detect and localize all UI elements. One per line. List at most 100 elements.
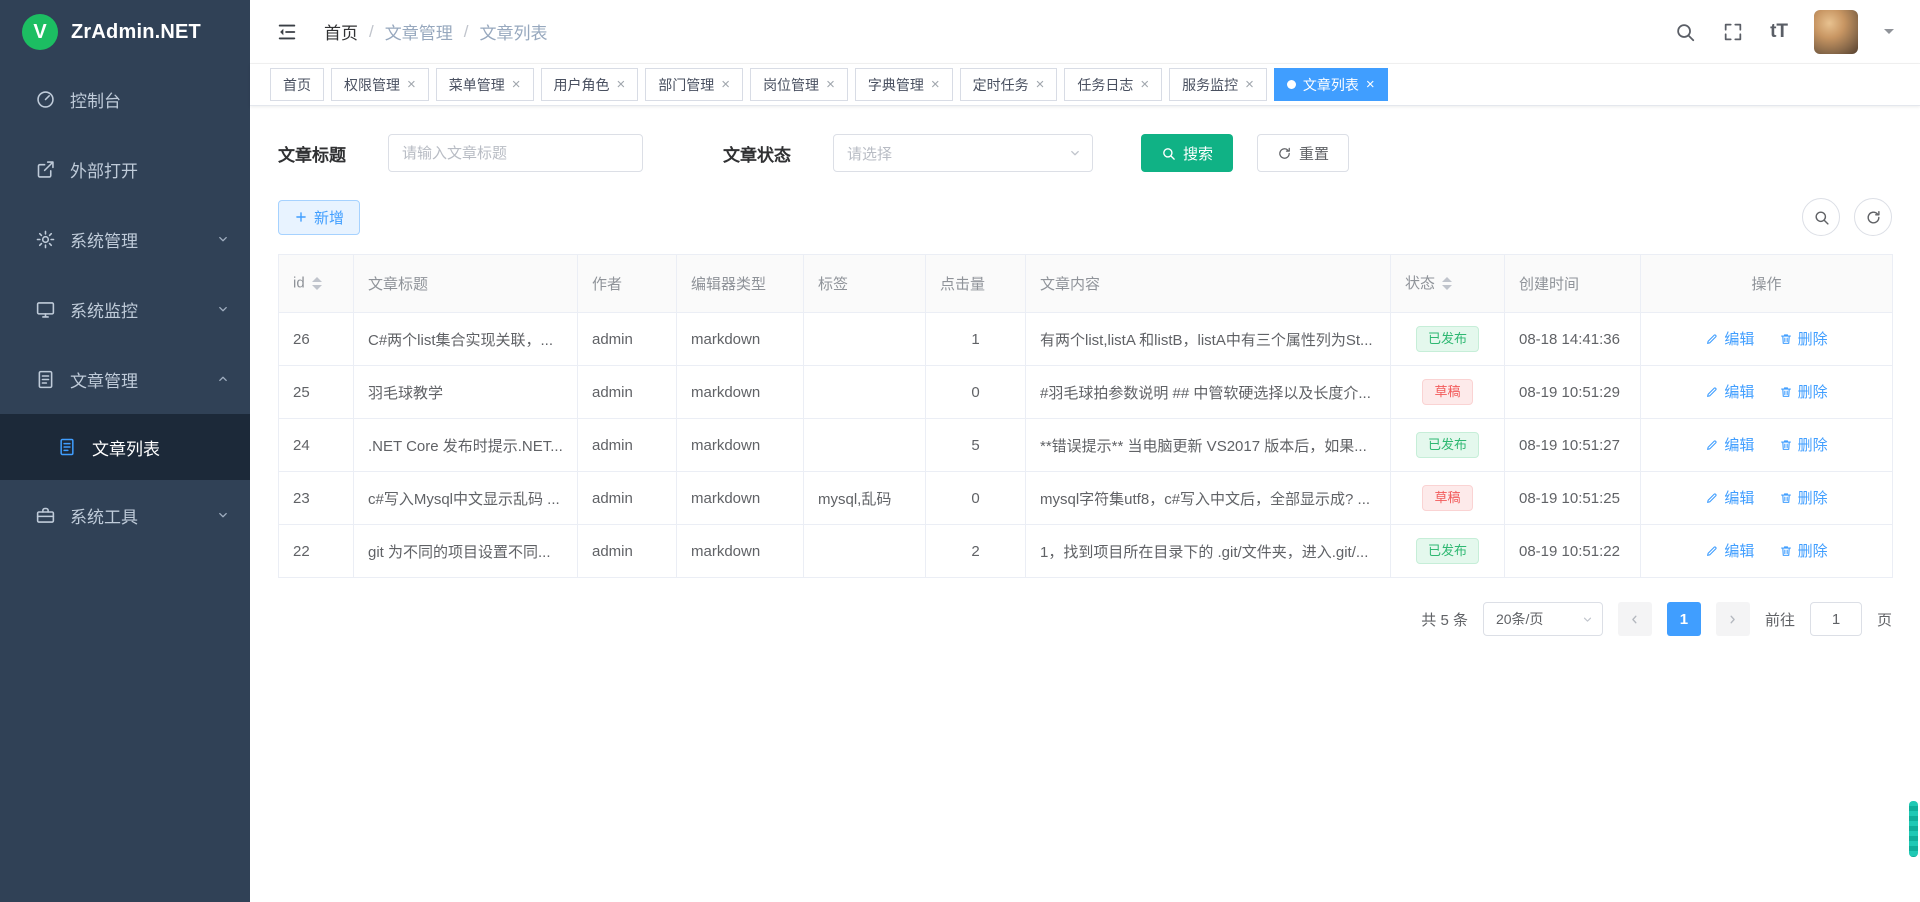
sidebar-fold-icon[interactable] <box>276 21 298 43</box>
current-page-button[interactable]: 1 <box>1667 602 1701 636</box>
article-status-select[interactable]: 请选择 <box>833 134 1093 172</box>
cell-created: 08-19 10:51:27 <box>1505 419 1641 472</box>
pencil-icon <box>1705 438 1719 452</box>
tab[interactable]: 定时任务 <box>960 68 1058 101</box>
refresh-icon[interactable] <box>1854 198 1892 236</box>
tab-close-icon[interactable] <box>512 77 521 92</box>
column-header-content: 文章内容 <box>1026 255 1391 313</box>
add-button-label: 新增 <box>314 207 344 228</box>
edit-button[interactable]: 编辑 <box>1705 328 1754 349</box>
breadcrumb-article-management[interactable]: 文章管理 <box>385 19 453 44</box>
cell-tags <box>804 313 926 366</box>
tab[interactable]: 菜单管理 <box>436 68 534 101</box>
cell-created: 08-19 10:51:22 <box>1505 525 1641 578</box>
tab[interactable]: 部门管理 <box>645 68 743 101</box>
cell-title: .NET Core 发布时提示.NET... <box>354 419 578 472</box>
sidebar-item-system-management[interactable]: 系统管理 <box>0 204 250 274</box>
next-page-button[interactable] <box>1716 602 1750 636</box>
cell-editor: markdown <box>677 313 804 366</box>
trash-icon <box>1779 544 1793 558</box>
scrollbar-thumb[interactable] <box>1909 801 1918 857</box>
tab-close-icon[interactable] <box>407 77 416 92</box>
tab[interactable]: 权限管理 <box>331 68 429 101</box>
column-header-status[interactable]: 状态 <box>1391 255 1505 313</box>
reset-button[interactable]: 重置 <box>1257 134 1349 172</box>
column-header-actions: 操作 <box>1641 255 1893 313</box>
edit-label: 编辑 <box>1724 328 1754 349</box>
delete-button[interactable]: 删除 <box>1779 487 1828 508</box>
add-button[interactable]: 新增 <box>278 200 360 235</box>
trash-icon <box>1779 332 1793 346</box>
search-button[interactable]: 搜索 <box>1141 134 1233 172</box>
column-header-id[interactable]: id <box>279 255 354 313</box>
sort-icon[interactable] <box>312 272 322 295</box>
edit-button[interactable]: 编辑 <box>1705 381 1754 402</box>
sidebar-item-dashboard[interactable]: 控制台 <box>0 64 250 134</box>
sidebar-item-system-monitor[interactable]: 系统监控 <box>0 274 250 344</box>
search-icon[interactable] <box>1674 21 1696 43</box>
tab-label: 权限管理 <box>344 75 400 95</box>
tab[interactable]: 用户角色 <box>541 68 639 101</box>
tab-close-icon[interactable] <box>617 77 626 92</box>
font-size-icon[interactable]: tT <box>1770 21 1788 43</box>
edit-button[interactable]: 编辑 <box>1705 487 1754 508</box>
page-size-select[interactable]: 20条/页 <box>1483 602 1603 636</box>
goto-page-input[interactable] <box>1810 602 1862 636</box>
tab-close-icon[interactable] <box>931 77 940 92</box>
cell-title: 羽毛球教学 <box>354 366 578 419</box>
cell-clicks: 1 <box>926 313 1026 366</box>
tab[interactable]: 字典管理 <box>855 68 953 101</box>
tab-close-icon[interactable] <box>1366 77 1375 92</box>
cell-id: 26 <box>279 313 354 366</box>
tab[interactable]: 服务监控 <box>1169 68 1267 101</box>
trash-icon <box>1779 438 1793 452</box>
tab-label: 用户角色 <box>554 75 610 95</box>
table-row: 25 羽毛球教学 admin markdown 0 #羽毛球拍参数说明 ## 中… <box>279 366 1893 419</box>
search-toggle-icon[interactable] <box>1802 198 1840 236</box>
edit-button[interactable]: 编辑 <box>1705 540 1754 561</box>
prev-page-button[interactable] <box>1618 602 1652 636</box>
tab-close-icon[interactable] <box>1140 77 1149 92</box>
tab-close-icon[interactable] <box>721 77 730 92</box>
delete-button[interactable]: 删除 <box>1779 434 1828 455</box>
tab[interactable]: 文章列表 <box>1274 68 1388 101</box>
document-icon <box>34 368 56 390</box>
cell-content: #羽毛球拍参数说明 ## 中管软硬选择以及长度介... <box>1026 366 1391 419</box>
cell-actions: 编辑 删除 <box>1641 313 1893 366</box>
tab-label: 服务监控 <box>1182 75 1238 95</box>
cell-tags: mysql,乱码 <box>804 472 926 525</box>
article-title-input[interactable] <box>388 134 643 172</box>
delete-button[interactable]: 删除 <box>1779 328 1828 349</box>
tab[interactable]: 首页 <box>270 68 324 101</box>
tab[interactable]: 岗位管理 <box>750 68 848 101</box>
edit-button[interactable]: 编辑 <box>1705 434 1754 455</box>
chevron-down-icon <box>1581 613 1594 626</box>
cell-status: 已发布 <box>1391 525 1505 578</box>
sort-icon[interactable] <box>1442 272 1452 295</box>
fullscreen-icon[interactable] <box>1722 21 1744 43</box>
caret-down-icon[interactable] <box>1884 29 1894 39</box>
sidebar-item-system-tools[interactable]: 系统工具 <box>0 480 250 550</box>
avatar[interactable] <box>1814 10 1858 54</box>
logo[interactable]: V ZrAdmin.NET <box>0 0 250 64</box>
tab-close-icon[interactable] <box>1245 77 1254 92</box>
cell-tags <box>804 366 926 419</box>
main-area: 首页 文章管理 文章列表 tT <box>250 0 1920 902</box>
column-header-created: 创建时间 <box>1505 255 1641 313</box>
delete-button[interactable]: 删除 <box>1779 540 1828 561</box>
status-badge: 已发布 <box>1416 432 1479 459</box>
column-header-clicks: 点击量 <box>926 255 1026 313</box>
sidebar-item-article-list[interactable]: 文章列表 <box>0 414 250 480</box>
breadcrumb-home[interactable]: 首页 <box>324 19 358 44</box>
delete-button[interactable]: 删除 <box>1779 381 1828 402</box>
breadcrumb-separator <box>464 22 469 42</box>
document-icon <box>56 436 78 458</box>
cell-status: 草稿 <box>1391 472 1505 525</box>
content: 文章标题 文章状态 请选择 搜索 重置 <box>250 106 1920 902</box>
sidebar-item-article-management[interactable]: 文章管理 <box>0 344 250 414</box>
sidebar-item-external-open[interactable]: 外部打开 <box>0 134 250 204</box>
tab-close-icon[interactable] <box>826 77 835 92</box>
tab-close-icon[interactable] <box>1036 77 1045 92</box>
tab[interactable]: 任务日志 <box>1064 68 1162 101</box>
pagination: 共 5 条 20条/页 1 前往 页 <box>278 602 1892 636</box>
